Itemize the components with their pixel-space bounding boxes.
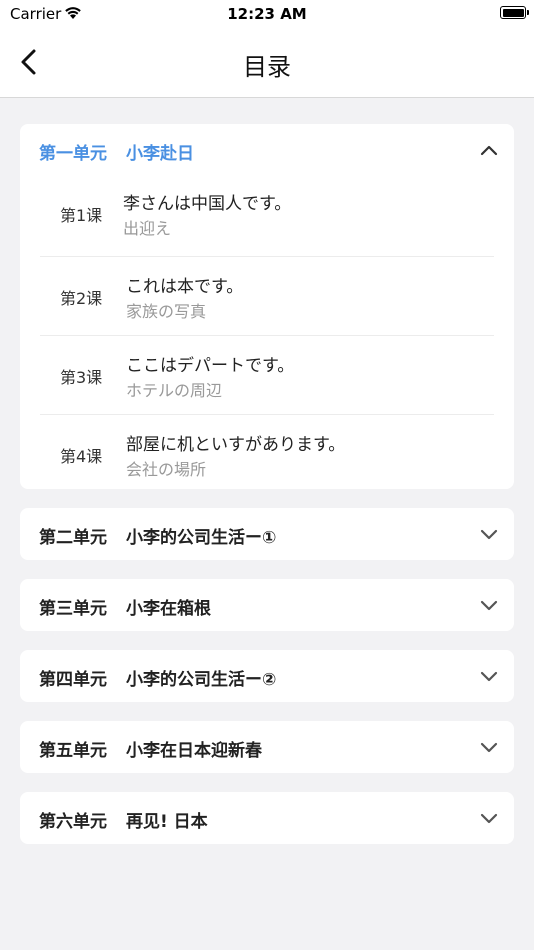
chevron-down-icon <box>480 813 498 824</box>
unit-title: 第一单元 小李赴日 <box>39 144 194 164</box>
chevron-down-icon <box>480 529 498 540</box>
chevron-down-icon <box>480 742 498 753</box>
unit-card-2: 第二单元 小李的公司生活ー① <box>20 508 514 560</box>
lesson-item-2[interactable]: 第2课 これは本です。 家族の写真 <box>40 256 494 335</box>
lesson-title: 李さんは中国人です。 <box>123 194 292 214</box>
unit-card-4: 第四单元 小李的公司生活ー② <box>20 650 514 702</box>
lesson-title: ここはデパートです。 <box>126 356 295 376</box>
unit-header-2[interactable]: 第二单元 小李的公司生活ー① <box>20 508 514 560</box>
battery-icon <box>500 6 529 19</box>
unit-header-5[interactable]: 第五单元 小李在日本迎新春 <box>20 721 514 773</box>
unit-title: 第二单元 小李的公司生活ー① <box>39 528 277 548</box>
unit-title: 第四单元 小李的公司生活ー② <box>39 670 277 690</box>
lesson-item-3[interactable]: 第3课 ここはデパートです。 ホテルの周辺 <box>40 335 494 414</box>
unit-card-1: 第一单元 小李赴日 第1课 李さんは中国人です。 出迎え 第2课 これは本です。 … <box>20 124 514 489</box>
lesson-title: 部屋に机といすがあります。 <box>126 435 346 455</box>
unit-card-3: 第三单元 小李在箱根 <box>20 579 514 631</box>
lesson-subtitle: 会社の場所 <box>126 460 207 479</box>
unit-header-4[interactable]: 第四单元 小李的公司生活ー② <box>20 650 514 702</box>
unit-title: 第六单元 再见! 日本 <box>39 812 208 832</box>
lesson-item-4[interactable]: 第4课 部屋に机といすがあります。 会社の場所 <box>40 414 494 493</box>
unit-header-1[interactable]: 第一单元 小李赴日 <box>20 124 514 176</box>
lesson-subtitle: ホテルの周辺 <box>126 381 223 400</box>
lesson-number: 第3课 <box>60 368 103 387</box>
unit-header-6[interactable]: 第六单元 再见! 日本 <box>20 792 514 844</box>
unit-header-3[interactable]: 第三单元 小李在箱根 <box>20 579 514 631</box>
chevron-up-icon <box>480 145 498 156</box>
unit-title: 第三单元 小李在箱根 <box>39 599 211 619</box>
lesson-number: 第1课 <box>60 206 103 225</box>
chevron-down-icon <box>480 671 498 682</box>
navigation-bar: 目录 <box>0 28 534 98</box>
chevron-down-icon <box>480 600 498 611</box>
status-bar: Carrier 12:23 AM <box>0 0 534 28</box>
page-title: 目录 <box>243 53 291 81</box>
lesson-number: 第4课 <box>60 447 103 466</box>
lesson-subtitle: 出迎え <box>123 219 172 238</box>
lesson-item-1[interactable]: 第1课 李さんは中国人です。 出迎え <box>40 176 494 256</box>
unit-card-5: 第五单元 小李在日本迎新春 <box>20 721 514 773</box>
lesson-number: 第2课 <box>60 289 103 308</box>
lesson-title: これは本です。 <box>126 277 244 297</box>
unit-card-6: 第六单元 再见! 日本 <box>20 792 514 844</box>
clock: 12:23 AM <box>227 5 307 23</box>
lesson-subtitle: 家族の写真 <box>126 302 207 321</box>
unit-title: 第五单元 小李在日本迎新春 <box>39 741 262 761</box>
